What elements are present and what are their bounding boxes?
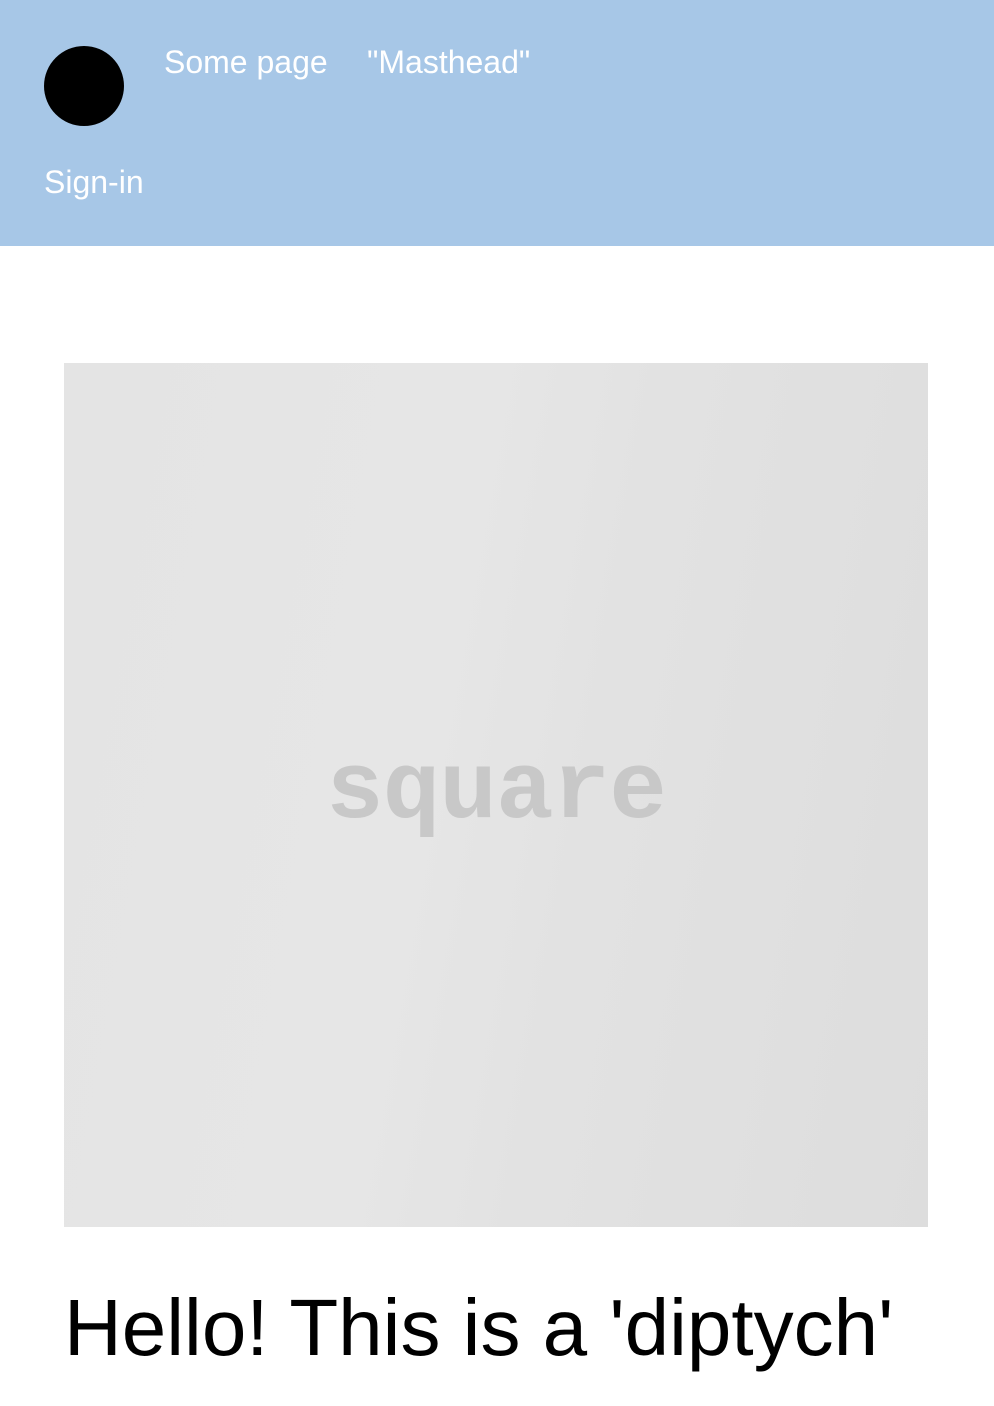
page-heading: Hello! This is a 'diptych': [64, 1283, 894, 1372]
square-placeholder-image: square: [64, 363, 928, 1227]
image-placeholder-label: square: [326, 737, 667, 846]
masthead: Some page "Masthead" Sign-in: [0, 0, 994, 246]
nav-link-masthead[interactable]: "Masthead": [367, 44, 530, 80]
logo-circle-icon[interactable]: [44, 46, 124, 126]
nav-link-some-page[interactable]: Some page: [164, 44, 328, 80]
sign-in-link[interactable]: Sign-in: [44, 164, 144, 200]
